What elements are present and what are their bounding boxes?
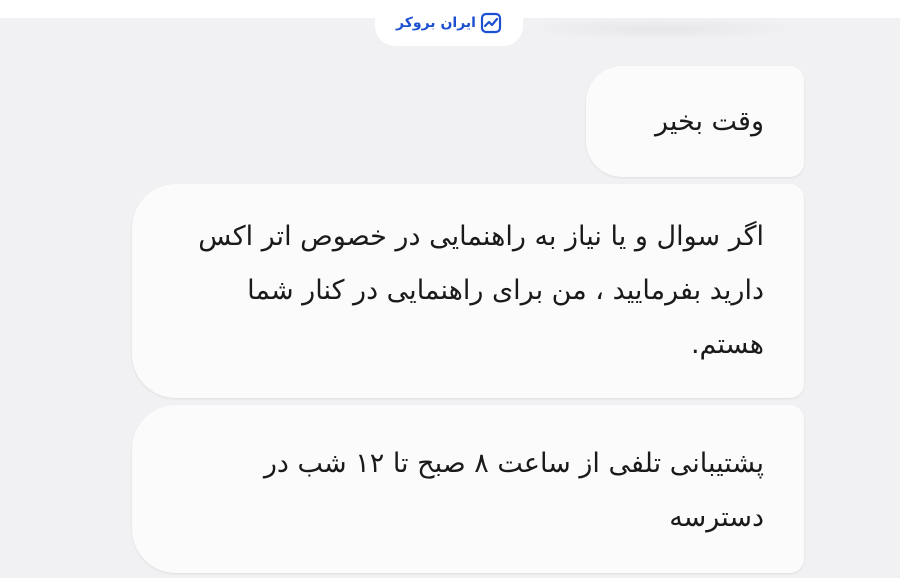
- trend-chart-icon: [480, 12, 502, 34]
- chat-message: پشتیبانی تلفی از ساعت ۸ صبح تا ۱۲ شب در …: [132, 405, 804, 573]
- brand-header: ایران بروکر: [375, 0, 523, 46]
- chat-message: وقت بخیر: [586, 66, 804, 177]
- chat-message: اگر سوال و یا نیاز به راهنمایی در خصوص ا…: [132, 184, 804, 398]
- chat-thread: وقت بخیر اگر سوال و یا نیاز به راهنمایی …: [124, 66, 804, 573]
- top-decoration: [520, 18, 800, 40]
- brand-name: ایران بروکر: [396, 15, 476, 31]
